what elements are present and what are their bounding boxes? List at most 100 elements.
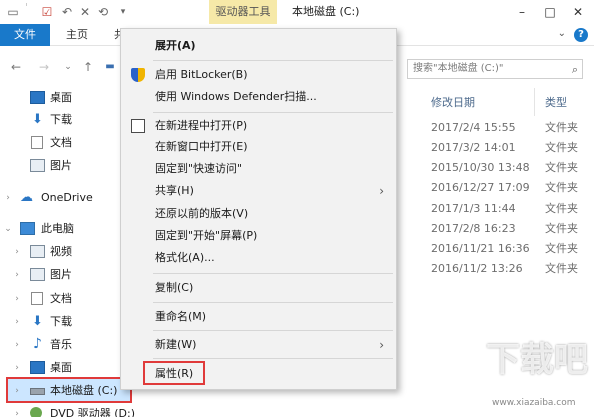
table-row[interactable]: 2015/10/30 13:48 文件夹 <box>418 158 594 178</box>
menu-separator <box>153 358 393 359</box>
drive-icon: ▬ <box>105 61 115 72</box>
nav-item-videos[interactable]: › 视频 <box>0 240 126 264</box>
shield-icon <box>131 68 145 82</box>
picture-icon <box>30 268 45 281</box>
table-row[interactable]: 2016/12/27 17:09 文件夹 <box>418 178 594 198</box>
file-type: 文件夹 <box>545 181 578 194</box>
music-icon: ♪ <box>33 336 42 352</box>
menu-item-copy[interactable]: 复制(C) <box>121 277 396 299</box>
nav-item-documents[interactable]: 文档 <box>0 131 126 155</box>
chevron-right-icon[interactable]: › <box>12 292 22 306</box>
chevron-right-icon[interactable]: › <box>12 315 22 329</box>
checkmark-icon[interactable]: ☑ <box>40 5 54 19</box>
watermark-logo: 下载吧 <box>486 340 588 380</box>
chevron-right-icon: › <box>379 338 384 352</box>
window-title: 本地磁盘 (C:) <box>292 5 360 18</box>
file-date: 2017/3/2 14:01 <box>431 141 516 154</box>
close-icon[interactable]: ✕ <box>78 5 92 19</box>
menu-separator <box>153 112 393 113</box>
nav-item-label: 文档 <box>50 292 72 305</box>
menu-item-rename[interactable]: 重命名(M) <box>121 306 396 328</box>
nav-item-label: 此电脑 <box>41 222 74 235</box>
minimize-button[interactable]: – <box>508 0 536 24</box>
menu-item-pin-quick-access[interactable]: 固定到"快速访问" <box>121 158 396 180</box>
chevron-right-icon[interactable]: › <box>12 245 22 259</box>
file-date: 2017/1/3 11:44 <box>431 202 516 215</box>
table-row[interactable]: 2016/11/21 16:36 文件夹 <box>418 239 594 259</box>
menu-item-new[interactable]: 新建(W) › <box>121 334 396 356</box>
context-menu: 展开(A) 启用 BitLocker(B) 使用 Windows Defende… <box>120 28 397 390</box>
table-row[interactable]: 2017/3/2 14:01 文件夹 <box>418 138 594 158</box>
file-explorer-window: ▭ ☑ ↶ ✕ ⟲ ▾ 驱动器工具 本地磁盘 (C:) – □ ✕ 文件 主页 … <box>0 0 594 417</box>
menu-item-bitlocker[interactable]: 启用 BitLocker(B) <box>121 64 396 86</box>
close-button[interactable]: ✕ <box>564 0 592 24</box>
menu-item-defender-scan[interactable]: 使用 Windows Defender扫描... <box>121 86 396 108</box>
file-type: 文件夹 <box>545 161 578 174</box>
nav-item-label: 本地磁盘 (C:) <box>50 384 118 397</box>
nav-item-pictures-pc[interactable]: › 图片 <box>0 263 126 287</box>
file-date: 2017/2/8 16:23 <box>431 222 516 235</box>
menu-item-format[interactable]: 格式化(A)... <box>121 247 396 269</box>
nav-item-desktop[interactable]: 桌面 <box>0 86 126 110</box>
drive-tools-context-tab[interactable]: 驱动器工具 <box>209 0 277 24</box>
undo-icon[interactable]: ↶ <box>60 5 74 19</box>
search-icon[interactable]: ⌕ <box>572 61 578 79</box>
nav-item-pictures[interactable]: 图片 <box>0 154 126 178</box>
tab-home[interactable]: 主页 <box>66 24 88 46</box>
rename-icon[interactable]: ⟲ <box>96 5 110 19</box>
recent-locations-icon[interactable]: ⌄ <box>60 59 76 75</box>
menu-separator <box>153 302 393 303</box>
menu-separator <box>153 60 393 61</box>
nav-item-music[interactable]: › ♪ 音乐 <box>0 333 126 357</box>
file-type: 文件夹 <box>545 121 578 134</box>
file-type: 文件夹 <box>545 222 578 235</box>
nav-item-downloads[interactable]: ⬇ 下载 <box>0 108 126 132</box>
menu-item-expand[interactable]: 展开(A) <box>121 35 396 57</box>
nav-item-this-pc[interactable]: ⌄ 此电脑 <box>0 217 126 241</box>
document-icon <box>31 292 43 305</box>
maximize-button[interactable]: □ <box>536 0 564 24</box>
chevron-right-icon[interactable]: › <box>12 384 22 398</box>
customize-toolbar-icon[interactable]: ▾ <box>116 5 130 19</box>
menu-separator <box>153 273 393 274</box>
nav-item-label: 文档 <box>50 136 72 149</box>
column-header-type[interactable]: 类型 <box>545 95 567 111</box>
desktop-icon <box>30 361 45 374</box>
chevron-down-icon[interactable]: ⌄ <box>3 222 13 236</box>
chevron-right-icon[interactable]: › <box>3 191 13 205</box>
title-bar: ▭ ☑ ↶ ✕ ⟲ ▾ 驱动器工具 本地磁盘 (C:) – □ ✕ <box>0 0 594 24</box>
help-icon[interactable]: ? <box>574 28 588 42</box>
nav-item-label: OneDrive <box>41 191 93 204</box>
table-row[interactable]: 2017/2/4 15:55 文件夹 <box>418 118 594 138</box>
nav-item-local-disk-c[interactable]: › 本地磁盘 (C:) <box>0 379 126 403</box>
file-type: 文件夹 <box>545 262 578 275</box>
chevron-right-icon[interactable]: › <box>12 361 22 375</box>
menu-item-open-new-window[interactable]: 在新窗口中打开(E) <box>121 136 396 158</box>
nav-item-onedrive[interactable]: › ☁ OneDrive <box>0 186 126 210</box>
table-row[interactable]: 2017/2/8 16:23 文件夹 <box>418 219 594 239</box>
menu-item-label: 启用 BitLocker(B) <box>155 68 248 81</box>
folder-icon[interactable]: ▭ <box>6 5 20 19</box>
cloud-icon: ☁ <box>20 190 33 205</box>
menu-item-pin-start[interactable]: 固定到"开始"屏幕(P) <box>121 225 396 247</box>
chevron-right-icon[interactable]: › <box>12 268 22 282</box>
search-input[interactable]: 搜索"本地磁盘 (C:)" ⌕ <box>407 59 583 79</box>
nav-item-dvd-d[interactable]: › DVD 驱动器 (D:) <box>0 402 135 417</box>
chevron-right-icon[interactable]: › <box>12 338 22 352</box>
column-header-date[interactable]: 修改日期 <box>431 95 475 111</box>
forward-arrow-icon[interactable]: → <box>36 59 52 75</box>
table-row[interactable]: 2016/11/2 13:26 文件夹 <box>418 259 594 279</box>
nav-item-desktop-pc[interactable]: › 桌面 <box>0 356 126 380</box>
chevron-right-icon[interactable]: › <box>12 407 22 417</box>
table-row[interactable]: 2017/1/3 11:44 文件夹 <box>418 199 594 219</box>
chevron-down-icon[interactable]: ⌄ <box>558 28 566 39</box>
nav-item-downloads-pc[interactable]: › ⬇ 下载 <box>0 310 126 334</box>
tab-file[interactable]: 文件 <box>0 24 50 46</box>
menu-item-open-new-process[interactable]: 在新进程中打开(P) <box>121 115 396 137</box>
menu-item-share[interactable]: 共享(H) › <box>121 180 396 202</box>
up-arrow-icon[interactable]: ↑ <box>80 59 96 75</box>
back-arrow-icon[interactable]: ← <box>8 59 24 75</box>
nav-item-documents-pc[interactable]: › 文档 <box>0 287 126 311</box>
menu-item-restore-versions[interactable]: 还原以前的版本(V) <box>121 203 396 225</box>
menu-item-label: 共享(H) <box>155 184 194 197</box>
